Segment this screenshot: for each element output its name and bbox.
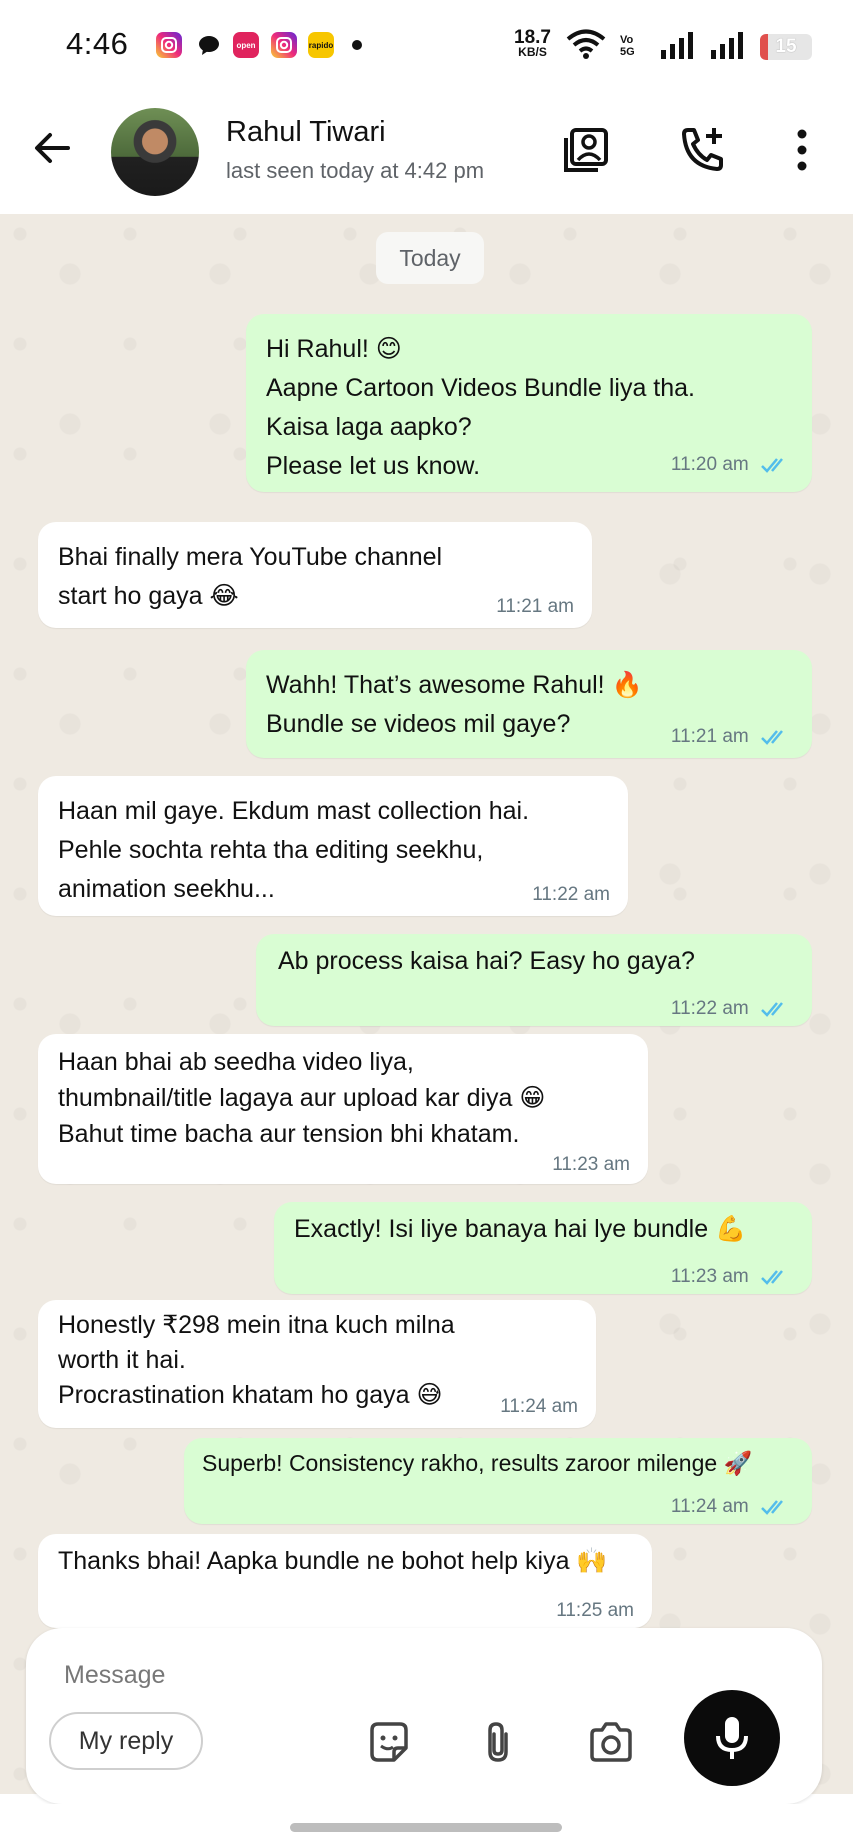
volte-icon: Vo 5G [620,34,635,58]
signal-icon [711,32,743,59]
message-bubble-incoming[interactable]: Thanks bhai! Aapka bundle ne bohot help … [38,1534,652,1628]
message-time: 11:21 am [496,596,574,617]
message-time: 11:24 am [500,1396,578,1417]
message-bubble-incoming[interactable]: Bhai finally mera YouTube channel start … [38,522,592,628]
message-text: Honestly ₹298 mein itna kuch milna worth… [58,1311,455,1409]
double-tick-icon [761,1270,783,1285]
open-icon: open [233,32,259,58]
message-text: Superb! Consistency rakho, results zaroo… [202,1450,753,1476]
message-time: 11:25 am [556,1600,634,1621]
message-text: Thanks bhai! Aapka bundle ne bohot help … [58,1547,608,1575]
message-text: Bhai finally mera YouTube channel start … [58,543,443,610]
my-reply-chip[interactable]: My reply [49,1712,203,1770]
message-bubble-incoming[interactable]: Haan bhai ab seedha video liya, thumbnai… [38,1034,648,1184]
date-divider: Today [376,232,484,284]
message-time: 11:24 am [671,1496,790,1518]
more-options-icon[interactable] [776,124,828,176]
message-text: Haan mil gaye. Ekdum mast collection hai… [58,797,530,903]
chat-header: Rahul Tiwari last seen today at 4:42 pm [0,92,853,214]
network-speed: 18.7 KB/S [514,27,551,59]
message-text: Wahh! That’s awesome Rahul! 🔥 Bundle se … [266,671,643,738]
message-time: 11:22 am [671,998,790,1020]
message-input[interactable] [62,1652,566,1698]
double-tick-icon [761,458,783,473]
double-tick-icon [761,1002,783,1017]
more-notifications-dot [352,40,362,50]
instagram-icon [271,32,297,58]
avatar[interactable] [111,108,199,196]
voice-message-button[interactable] [684,1690,780,1786]
message-time: 11:23 am [671,1266,790,1288]
double-tick-icon [761,730,783,745]
message-text: Haan bhai ab seedha video liya, thumbnai… [58,1048,546,1148]
message-text: Hi Rahul! 😊 Aapne Cartoon Videos Bundle … [266,335,696,480]
message-bubble-incoming[interactable]: Honestly ₹298 mein itna kuch milna worth… [38,1300,596,1428]
navigation-bar [0,1804,853,1844]
status-time: 4:46 [66,26,129,61]
message-bubble-outgoing[interactable]: Hi Rahul! 😊 Aapne Cartoon Videos Bundle … [246,314,812,492]
status-bar: 4:46 open rapido 18.7 KB/S Vo 5G 15 [0,0,853,92]
microphone-icon [716,1717,748,1759]
video-call-icon[interactable] [560,124,612,176]
contact-name[interactable]: Rahul Tiwari [226,116,386,149]
double-tick-icon [761,1500,783,1515]
home-indicator[interactable] [290,1823,562,1832]
message-composer: My reply [26,1628,822,1804]
wifi-icon [566,29,606,59]
message-bubble-incoming[interactable]: Haan mil gaye. Ekdum mast collection hai… [38,776,628,916]
message-time: 11:22 am [532,884,610,905]
rapido-icon: rapido [308,32,334,58]
signal-icon [661,32,693,59]
message-bubble-outgoing[interactable]: Ab process kaisa hai? Easy ho gaya? 11:2… [256,934,812,1026]
camera-icon[interactable] [586,1718,636,1768]
message-bubble-outgoing[interactable]: Wahh! That’s awesome Rahul! 🔥 Bundle se … [246,650,812,758]
sticker-icon[interactable] [364,1718,414,1768]
battery-icon: 15 [760,34,812,60]
message-time: 11:23 am [552,1154,630,1175]
chat-area[interactable]: Today Hi Rahul! 😊 Aapne Cartoon Videos B… [0,214,853,1794]
message-text: Exactly! Isi liye banaya hai lye bundle … [294,1215,747,1243]
last-seen-status: last seen today at 4:42 pm [226,158,485,183]
message-text: Ab process kaisa hai? Easy ho gaya? [278,947,695,975]
message-bubble-outgoing[interactable]: Exactly! Isi liye banaya hai lye bundle … [274,1202,812,1294]
chat-icon [196,32,222,58]
back-arrow-icon[interactable] [30,126,74,170]
add-call-icon[interactable] [676,124,728,176]
instagram-icon [156,32,182,58]
message-bubble-outgoing[interactable]: Superb! Consistency rakho, results zaroo… [184,1438,812,1524]
attachment-icon[interactable] [474,1718,524,1768]
message-time: 11:20 am [671,454,790,476]
message-time: 11:21 am [671,726,790,748]
